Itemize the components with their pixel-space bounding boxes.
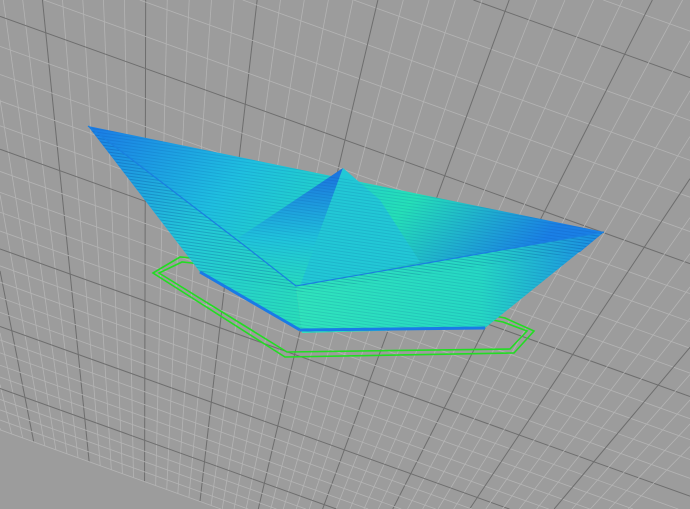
grid-minor-line [0,399,306,509]
grid-minor-line [242,0,690,161]
grid-minor-line [519,286,690,509]
grid-major-line [473,0,690,79]
grid-minor-line [536,317,690,509]
keel-edge [299,326,486,332]
grid-minor-line [0,409,277,509]
grid-minor-line [0,311,549,509]
3d-viewport[interactable] [0,0,690,509]
grid-minor-line [0,364,402,509]
boat-model[interactable] [87,125,605,333]
grid-minor-line [22,0,79,458]
build-plate-scene[interactable] [0,0,690,509]
grid-major-line [41,0,90,462]
grid-minor-line [82,0,112,470]
grid-minor-line [0,352,436,509]
grid-minor-line [0,332,24,439]
grid-minor-line [103,0,123,474]
grid-major-line [144,0,147,482]
grid-minor-line [571,374,690,509]
grid-minor-line [608,423,690,509]
grid-major-line [553,346,690,509]
grid-minor-line [62,0,101,466]
grid-minor-line [0,429,222,509]
grid-minor-line [603,0,690,32]
grid-major-line [0,387,337,509]
